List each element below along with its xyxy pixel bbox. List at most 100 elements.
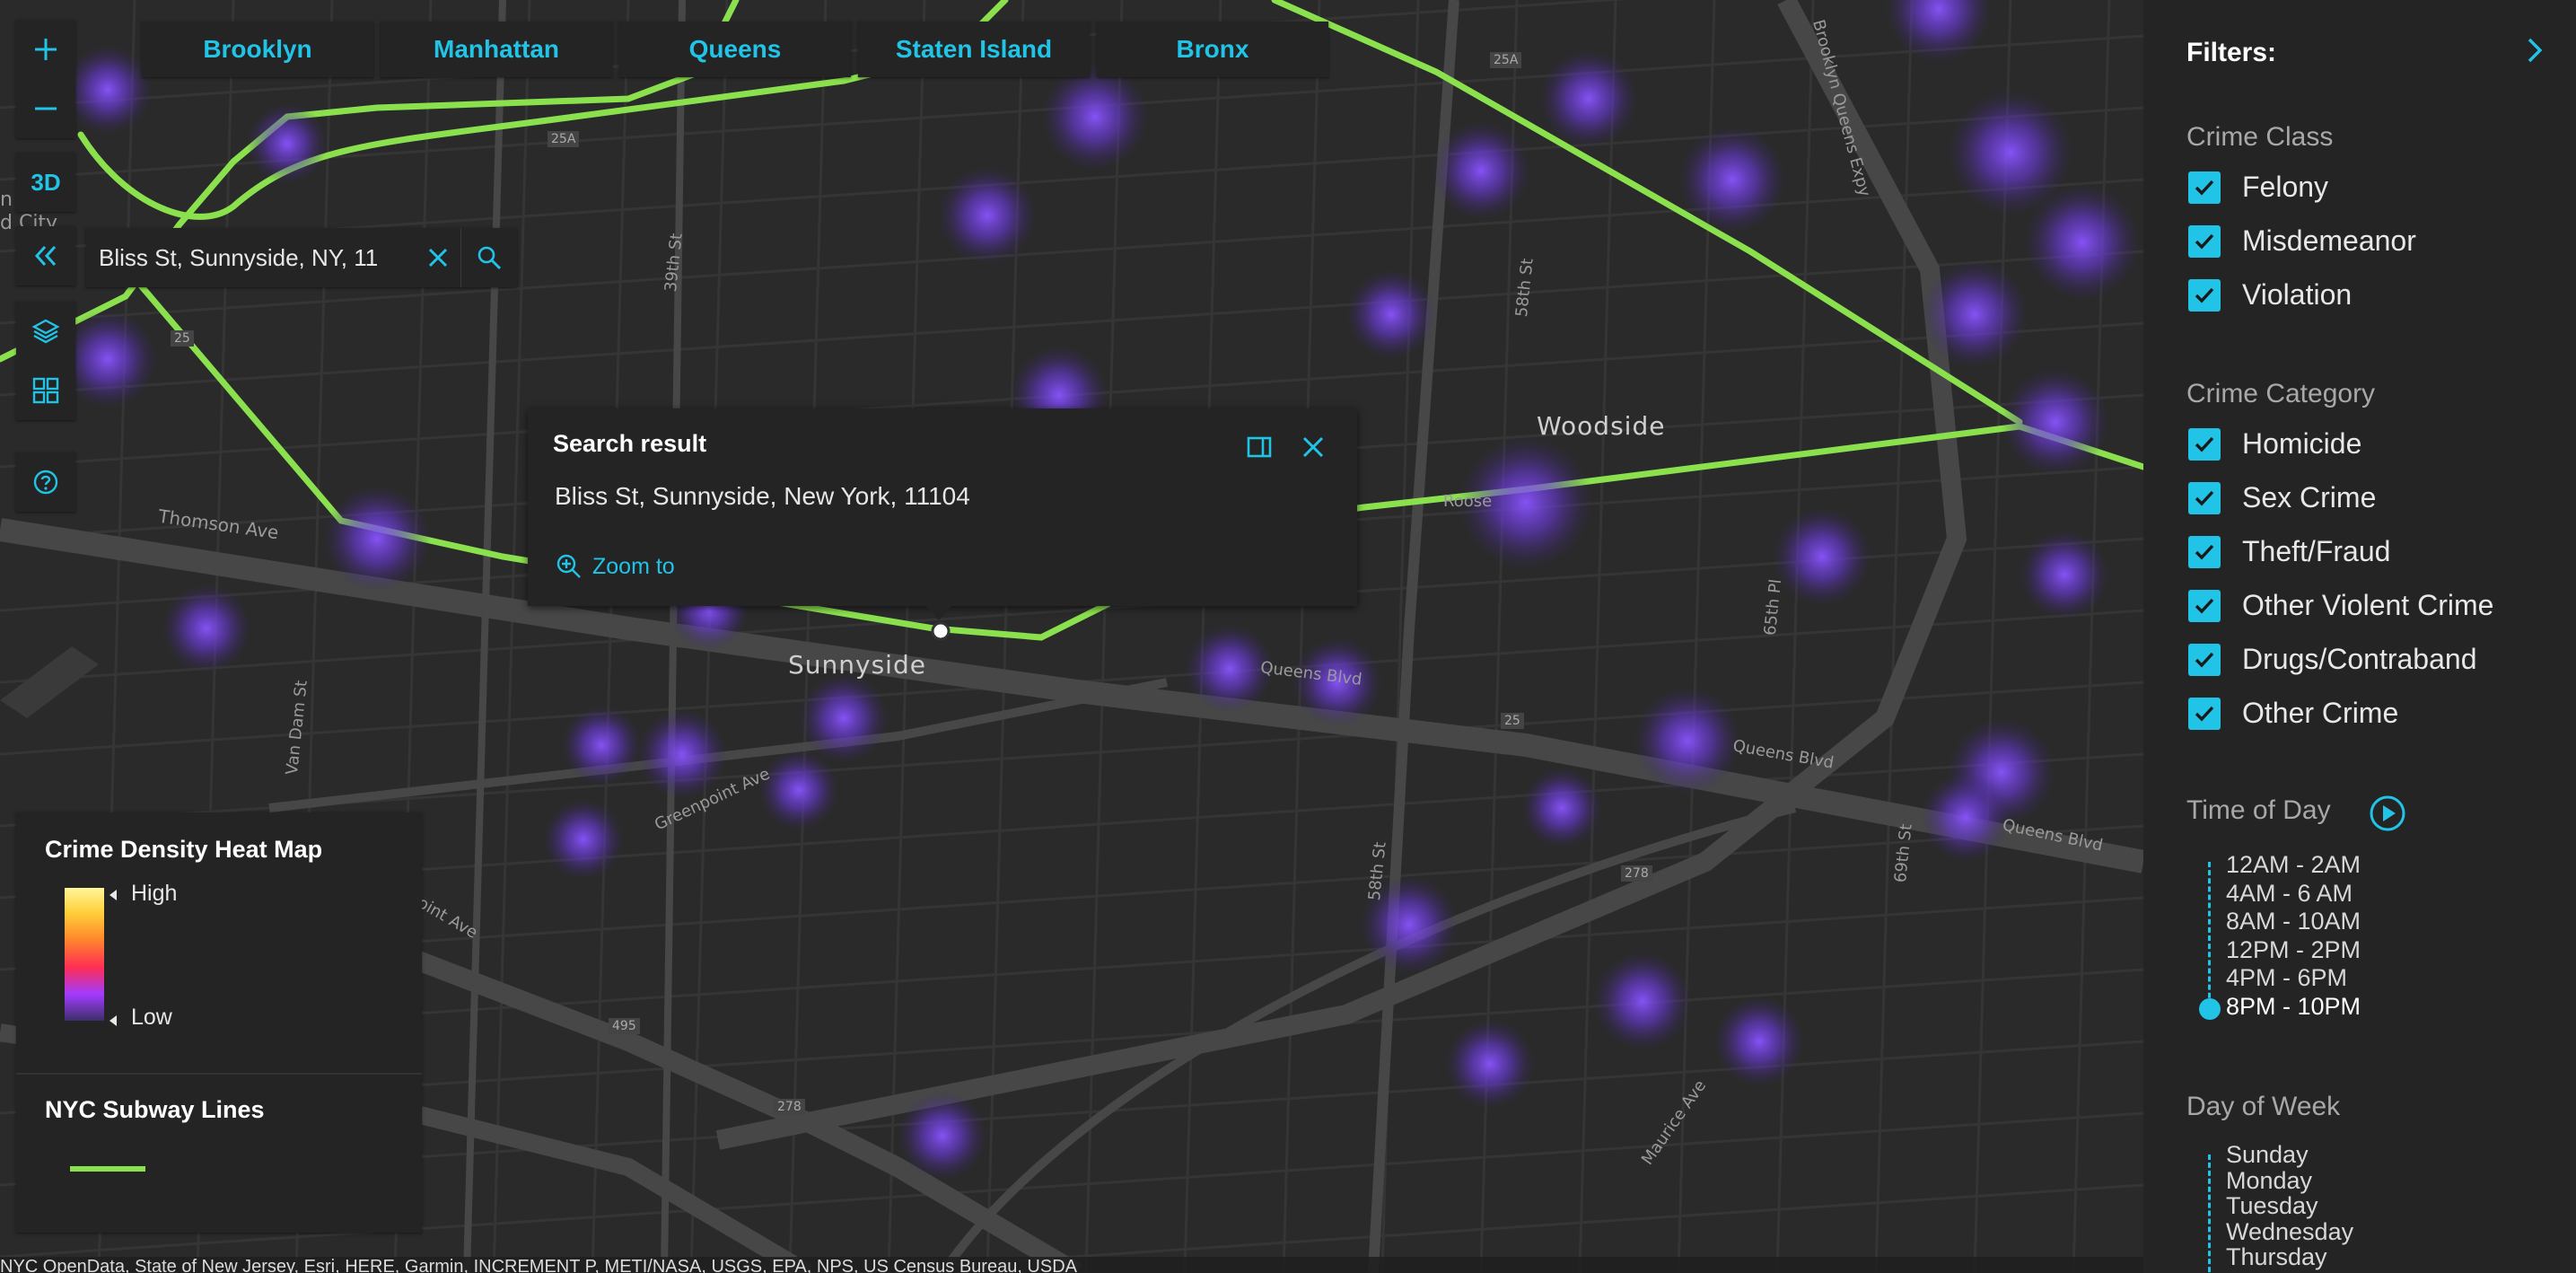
checkbox-checked-icon [2188, 427, 2221, 461]
filters-panel: Filters: Crime Class Felony Misdemeanor … [2143, 0, 2576, 1273]
checkbox-label: Drugs/Contraband [2242, 643, 2477, 675]
time-option[interactable]: 12AM - 2AM [2226, 851, 2361, 880]
borough-selector: Brooklyn Manhattan Queens Staten Island … [142, 22, 1328, 77]
checkbox-other-violent-crime[interactable]: Other Violent Crime [2188, 589, 2493, 622]
route-shield-495: 495 [609, 1018, 640, 1034]
low-marker-icon [110, 1015, 117, 1026]
chevron-right-icon[interactable] [2519, 34, 2551, 66]
filters-title: Filters: [2186, 38, 2277, 67]
search-marker [931, 621, 951, 641]
checkbox-label: Homicide [2242, 427, 2362, 460]
search-result-popup: Search result Bliss St, Sunnyside, New Y… [528, 408, 1357, 606]
time-of-day-title: Time of Day [2186, 795, 2331, 825]
close-icon[interactable] [1298, 432, 1328, 462]
search-widget: Bliss St, Sunnyside, NY, 11 [86, 228, 517, 287]
popup-title: Search result [553, 430, 707, 457]
3d-view-button[interactable]: 3D [16, 153, 75, 212]
checkbox-label: Other Violent Crime [2242, 589, 2494, 621]
layers-icon [31, 319, 60, 344]
route-shield-278-south: 278 [774, 1099, 805, 1115]
checkbox-label: Felony [2242, 171, 2329, 203]
time-option[interactable]: 8AM - 10AM [2226, 908, 2361, 936]
close-icon [428, 248, 448, 268]
time-slider-track[interactable] [2208, 862, 2213, 1014]
legend-high-label: High [131, 881, 178, 906]
checkbox-violation[interactable]: Violation [2188, 278, 2352, 312]
minus-icon [35, 107, 57, 110]
day-option[interactable]: Monday [2226, 1167, 2353, 1194]
borough-button-staten-island[interactable]: Staten Island [858, 22, 1090, 77]
high-marker-icon [110, 890, 117, 900]
legend-heatmap-title: Crime Density Heat Map [45, 836, 323, 863]
help-toolbar [16, 452, 75, 512]
borough-button-bronx[interactable]: Bronx [1097, 22, 1328, 77]
collapse-toolbar [16, 226, 75, 285]
time-option[interactable]: 4AM - 6 AM [2226, 880, 2361, 909]
checkbox-label: Violation [2242, 278, 2353, 311]
time-option[interactable]: 4PM - 6PM [2226, 964, 2361, 993]
route-shield-25a: 25A [1490, 52, 1522, 68]
checkbox-homicide[interactable]: Homicide [2188, 427, 2361, 461]
legend-low-label: Low [131, 1005, 172, 1030]
popup-pointer [926, 606, 951, 620]
time-option[interactable]: 12PM - 2PM [2226, 936, 2361, 965]
zoom-out-button[interactable] [16, 79, 75, 138]
search-button[interactable] [460, 228, 517, 287]
map-attribution: NYC OpenData, State of New Jersey, Esri,… [0, 1257, 2143, 1273]
search-icon [478, 246, 502, 270]
popup-address: Bliss St, Sunnyside, New York, 11104 [555, 482, 970, 510]
checkbox-misdemeanor[interactable]: Misdemeanor [2188, 224, 2416, 258]
checkbox-label: Theft/Fraud [2242, 535, 2391, 567]
borough-button-brooklyn[interactable]: Brooklyn [142, 22, 373, 77]
borough-button-manhattan[interactable]: Manhattan [381, 22, 612, 77]
double-chevron-left-icon [34, 245, 57, 267]
checkbox-label: Other Crime [2242, 697, 2399, 729]
help-button[interactable] [16, 452, 75, 512]
subway-line-swatch [70, 1166, 145, 1172]
widget-toolbar [16, 302, 75, 420]
day-slider-track[interactable] [2208, 1154, 2213, 1273]
clear-search-button[interactable] [416, 228, 460, 287]
legend-divider [16, 1073, 422, 1075]
map-legend: Crime Density Heat Map High Low NYC Subw… [16, 812, 422, 1233]
play-icon[interactable] [2368, 794, 2407, 833]
time-option-selected[interactable]: 8PM - 10PM [2226, 993, 2361, 1022]
checkbox-theft-fraud[interactable]: Theft/Fraud [2188, 535, 2390, 568]
place-label-sunnyside: Sunnyside [788, 650, 926, 680]
day-of-week-options: Sunday Monday Tuesday Wednesday Thursday [2226, 1142, 2353, 1270]
street-label-roosevelt: Roose [1443, 492, 1493, 511]
plus-icon [35, 39, 57, 60]
checkbox-sex-crime[interactable]: Sex Crime [2188, 481, 2376, 514]
day-option[interactable]: Wednesday [2226, 1218, 2353, 1245]
crime-class-title: Crime Class [2186, 122, 2334, 152]
basemap-gallery-button[interactable] [16, 361, 75, 420]
place-label-woodside: Woodside [1537, 411, 1666, 441]
route-shield-25a-west: 25A [548, 131, 580, 147]
checkbox-label: Misdemeanor [2242, 224, 2416, 257]
layer-list-button[interactable] [16, 302, 75, 361]
checkbox-drugs-contraband[interactable]: Drugs/Contraband [2188, 643, 2476, 676]
time-slider-thumb[interactable] [2199, 998, 2221, 1020]
day-option[interactable]: Thursday [2226, 1244, 2353, 1270]
day-option[interactable]: Tuesday [2226, 1193, 2353, 1219]
checkbox-felony[interactable]: Felony [2188, 171, 2328, 204]
dock-icon[interactable] [1244, 432, 1275, 462]
checkbox-other-crime[interactable]: Other Crime [2188, 697, 2398, 730]
day-option[interactable]: Sunday [2226, 1142, 2353, 1168]
checkbox-checked-icon [2188, 589, 2221, 622]
zoom-controls [16, 20, 75, 138]
grid-icon [32, 377, 59, 404]
checkbox-checked-icon [2188, 171, 2221, 204]
checkbox-checked-icon [2188, 535, 2221, 568]
search-input[interactable]: Bliss St, Sunnyside, NY, 11 [86, 228, 416, 287]
route-shield-25-small: 25 [171, 330, 194, 347]
borough-button-queens[interactable]: Queens [619, 22, 851, 77]
collapse-search-button[interactable] [16, 226, 75, 285]
heatmap-color-ramp [65, 888, 104, 1021]
zoom-in-button[interactable] [16, 20, 75, 79]
zoom-in-icon [556, 554, 581, 578]
legend-subway-title: NYC Subway Lines [45, 1096, 265, 1123]
checkbox-checked-icon [2188, 481, 2221, 514]
zoom-to-label: Zoom to [592, 553, 675, 579]
zoom-to-button[interactable]: Zoom to [555, 552, 675, 581]
